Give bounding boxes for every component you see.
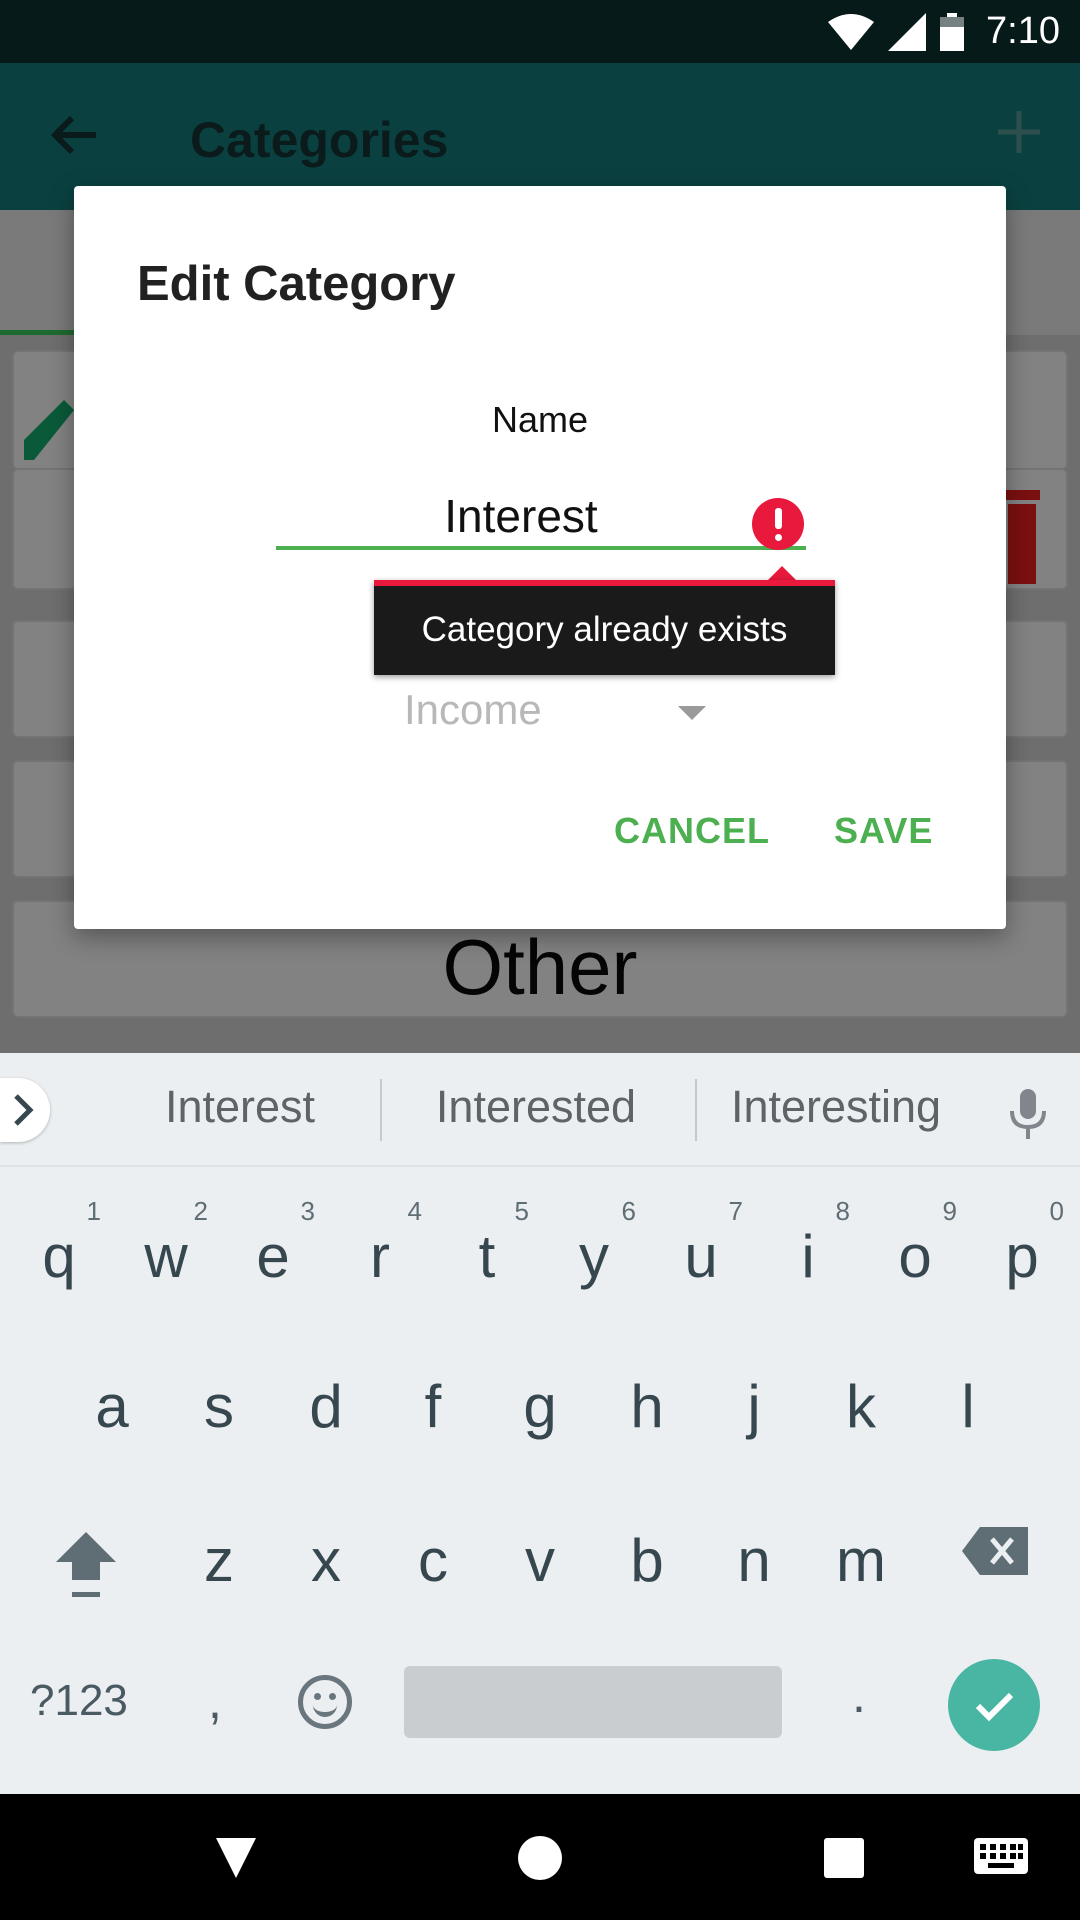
suggestion-divider xyxy=(695,1079,697,1141)
suggestion-2[interactable]: Interested xyxy=(420,1081,652,1133)
key-l[interactable]: l xyxy=(920,1346,1016,1446)
navigation-bar xyxy=(0,1794,1080,1920)
key-r[interactable]: r4 xyxy=(332,1196,428,1296)
key-g[interactable]: g xyxy=(492,1346,588,1446)
suggestion-divider xyxy=(380,1079,382,1141)
type-dropdown[interactable]: Income xyxy=(404,686,724,746)
key-e[interactable]: e3 xyxy=(225,1196,321,1296)
status-icons: 7:10 xyxy=(828,0,1060,63)
keyboard-icon[interactable] xyxy=(974,1838,1028,1874)
shift-icon[interactable] xyxy=(54,1530,118,1598)
key-w[interactable]: w2 xyxy=(118,1196,214,1296)
key-i[interactable]: i8 xyxy=(760,1196,856,1296)
delete-icon xyxy=(1004,490,1040,584)
nav-recents-icon[interactable] xyxy=(824,1838,864,1878)
key-j[interactable]: j xyxy=(706,1346,802,1446)
suggestion-3[interactable]: Interesting xyxy=(720,1081,952,1133)
enter-key[interactable] xyxy=(948,1659,1040,1751)
key-y[interactable]: y6 xyxy=(546,1196,642,1296)
key-m[interactable]: m xyxy=(813,1500,909,1600)
mic-icon[interactable] xyxy=(1008,1089,1048,1139)
nav-home-icon[interactable] xyxy=(518,1836,562,1880)
type-selected-value: Income xyxy=(404,686,542,733)
cancel-button[interactable]: CANCEL xyxy=(614,810,770,852)
signal-icon xyxy=(888,12,927,51)
chevron-down-icon xyxy=(678,706,706,720)
key-d[interactable]: d xyxy=(278,1346,374,1446)
error-tooltip: Category already exists xyxy=(374,580,835,675)
suggestion-strip: Interest Interested Interesting xyxy=(0,1053,1080,1167)
key-k[interactable]: k xyxy=(813,1346,909,1446)
key-z[interactable]: z xyxy=(171,1500,267,1600)
key-o[interactable]: o9 xyxy=(867,1196,963,1296)
check-icon xyxy=(975,1692,1014,1722)
backspace-icon[interactable] xyxy=(962,1527,1028,1575)
plus-icon[interactable] xyxy=(998,111,1040,153)
key-v[interactable]: v xyxy=(492,1500,588,1600)
chevron-right-icon xyxy=(14,1094,34,1126)
list-item-label: Other xyxy=(442,923,638,1011)
battery-icon xyxy=(940,12,965,51)
key-a[interactable]: a xyxy=(64,1346,160,1446)
suggestion-1[interactable]: Interest xyxy=(150,1081,330,1133)
name-label: Name xyxy=(491,399,589,440)
error-icon xyxy=(752,498,804,550)
key-p[interactable]: p0 xyxy=(974,1196,1070,1296)
key-t[interactable]: t5 xyxy=(439,1196,535,1296)
key-u[interactable]: u7 xyxy=(653,1196,749,1296)
status-bar: 7:10 xyxy=(0,0,1080,63)
expand-suggestions-button[interactable] xyxy=(0,1078,50,1142)
key-b[interactable]: b xyxy=(599,1500,695,1600)
key-c[interactable]: c xyxy=(385,1500,481,1600)
key-s[interactable]: s xyxy=(171,1346,267,1446)
save-button[interactable]: SAVE xyxy=(834,810,933,852)
wifi-icon xyxy=(828,13,875,50)
edit-icon xyxy=(24,400,74,460)
dialog-title: Edit Category xyxy=(137,257,456,311)
key-h[interactable]: h xyxy=(599,1346,695,1446)
comma-key[interactable]: , xyxy=(208,1672,222,1730)
key-q[interactable]: q1 xyxy=(11,1196,107,1296)
status-time: 7:10 xyxy=(986,10,1060,52)
app-bar-title: Categories xyxy=(190,112,449,168)
symbols-key[interactable]: ?123 xyxy=(30,1676,128,1726)
emoji-icon[interactable] xyxy=(298,1675,352,1729)
edit-category-dialog: Edit Category Name Ty Income CANCEL SAVE xyxy=(74,186,1006,929)
name-field[interactable] xyxy=(276,486,806,550)
error-message: Category already exists xyxy=(421,610,788,649)
arrow-back-icon[interactable] xyxy=(50,115,98,155)
period-key[interactable]: . xyxy=(852,1666,866,1724)
space-key[interactable] xyxy=(404,1666,782,1738)
key-f[interactable]: f xyxy=(385,1346,481,1446)
nav-back-icon[interactable] xyxy=(216,1838,256,1878)
key-x[interactable]: x xyxy=(278,1500,374,1600)
key-n[interactable]: n xyxy=(706,1500,802,1600)
tooltip-arrow xyxy=(768,566,796,580)
